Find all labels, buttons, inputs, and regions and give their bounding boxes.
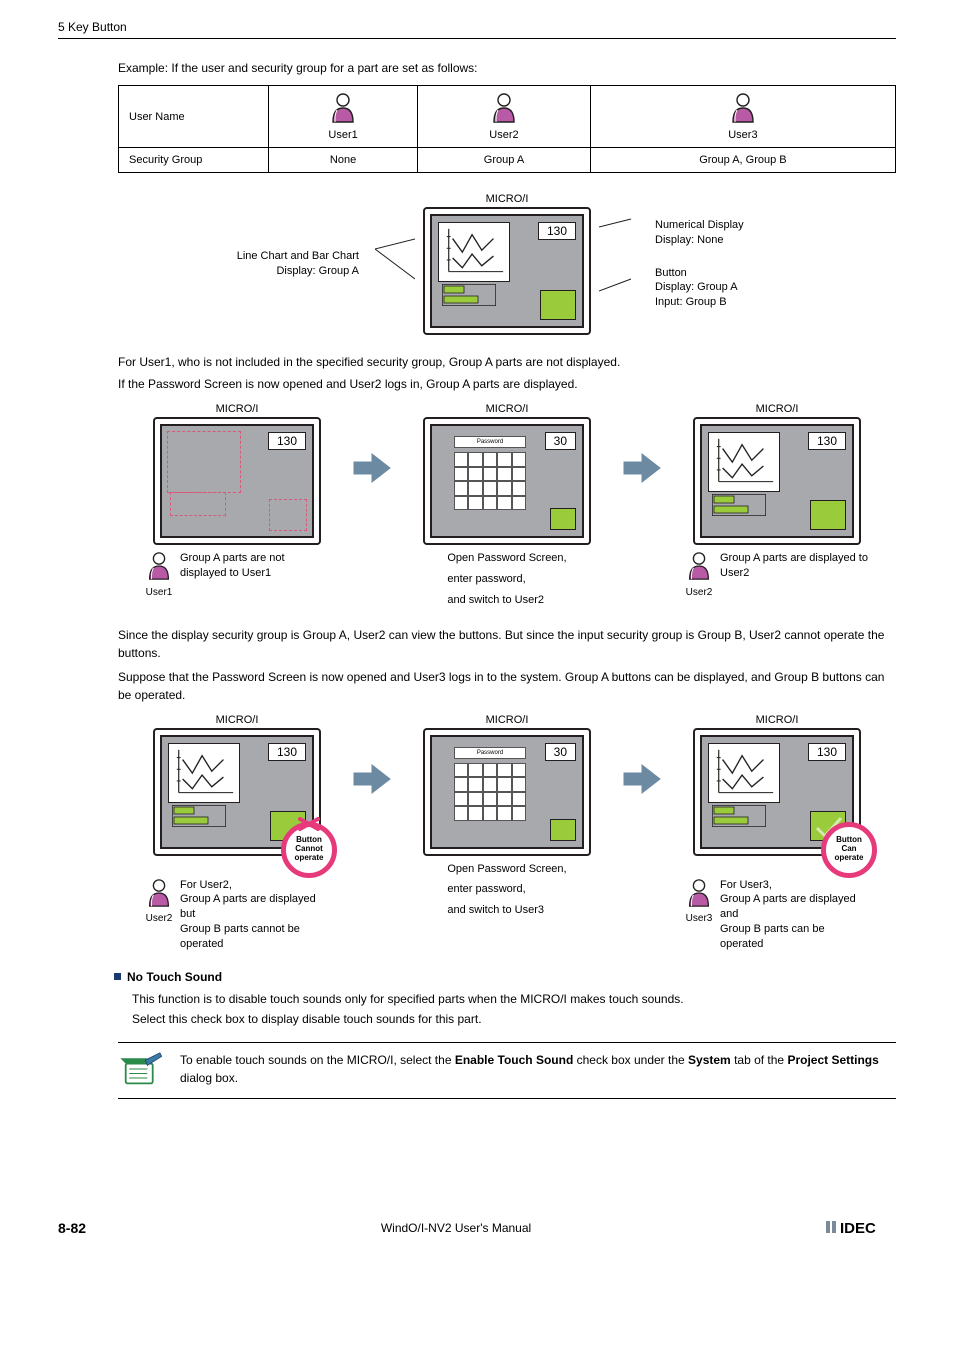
line-chart-icon	[168, 743, 240, 803]
user-icon	[488, 92, 520, 127]
page-number: 8-82	[58, 1220, 86, 1236]
bullet-icon	[114, 973, 121, 980]
example-intro: Example: If the user and security group …	[118, 61, 896, 75]
arrow-icon	[352, 761, 392, 797]
body-para-1b: If the Password Screen is now opened and…	[118, 375, 896, 393]
micro-frame: 130 Button Cannot operate	[153, 728, 321, 856]
note-icon	[118, 1051, 164, 1090]
button-part	[550, 819, 576, 841]
arrow-icon	[622, 450, 662, 486]
body-para-1a: For User1, who is not included in the sp…	[118, 353, 896, 371]
svg-text:IDEC: IDEC	[840, 1220, 876, 1235]
micro-frame: 30 Password	[423, 417, 591, 545]
note-text: To enable touch sounds on the MICRO/I, s…	[180, 1051, 896, 1087]
password-bar: Password	[454, 436, 526, 448]
user-name-2: User2	[489, 129, 518, 141]
right-annotation: Numerical Display Display: None Button D…	[655, 218, 795, 310]
user-icon	[327, 92, 359, 127]
keypad-icon	[454, 763, 526, 821]
micro-label: MICRO/I	[486, 193, 529, 205]
header-title: 5 Key Button	[58, 20, 127, 34]
numerical-display: 130	[538, 222, 576, 240]
user-name-1: User1	[328, 129, 357, 141]
note-block: To enable touch sounds on the MICRO/I, s…	[118, 1042, 896, 1099]
bar-chart-icon	[712, 494, 766, 516]
notouch-para-1: This function is to disable touch sounds…	[132, 990, 896, 1008]
button-part	[550, 508, 576, 530]
line-chart-icon	[438, 222, 510, 282]
group-3: Group A, Group B	[590, 148, 895, 173]
row-label-user: User Name	[119, 86, 269, 148]
micro-frame: 130	[693, 417, 861, 545]
user-name-3: User3	[728, 129, 757, 141]
micro-frame: 130	[423, 207, 591, 335]
cannot-operate-badge: Button Cannot operate	[281, 822, 337, 878]
keypad-icon	[454, 452, 526, 510]
button-part	[540, 290, 576, 320]
user-icon	[144, 878, 174, 913]
notouch-para-2: Select this check box to display disable…	[132, 1010, 896, 1028]
body-para-2a: Since the display security group is Grou…	[118, 626, 896, 662]
no-touch-heading: No Touch Sound	[114, 970, 896, 984]
scenario-row-1: MICRO/I 130 User1 Group A parts are not …	[118, 403, 896, 608]
line-chart-icon	[708, 432, 780, 492]
user-icon	[144, 551, 174, 586]
user-security-table: User Name User1 User2 User3	[118, 85, 896, 173]
scenario-row-2: MICRO/I 130 Button Cannot operate User2	[118, 714, 896, 952]
row-label-group: Security Group	[119, 148, 269, 173]
annotation-line-icon	[375, 229, 415, 299]
bar-chart-icon	[712, 805, 766, 827]
bar-chart-icon	[172, 805, 226, 827]
arrow-icon	[352, 450, 392, 486]
user-icon	[684, 878, 714, 913]
brand-logo: IDEC	[826, 1219, 896, 1238]
can-operate-badge: Button Can operate	[821, 822, 877, 878]
group-2: Group A	[418, 148, 591, 173]
manual-title: WindO/I-NV2 User's Manual	[381, 1221, 531, 1235]
micro-frame: 130 Button Can operate	[693, 728, 861, 856]
security-diagram: Line Chart and Bar Chart Display: Group …	[118, 193, 896, 335]
bar-chart-icon	[442, 284, 496, 306]
button-part	[810, 500, 846, 530]
arrow-icon	[622, 761, 662, 797]
micro-frame: 130	[153, 417, 321, 545]
micro-frame: 30 Password	[423, 728, 591, 856]
password-bar: Password	[454, 747, 526, 759]
left-annotation: Line Chart and Bar Chart Display: Group …	[219, 249, 359, 279]
annotation-line-icon	[599, 209, 639, 319]
page-header: 5 Key Button	[58, 20, 896, 39]
body-para-2b: Suppose that the Password Screen is now …	[118, 668, 896, 704]
user-icon	[727, 92, 759, 127]
group-1: None	[269, 148, 418, 173]
user-icon	[684, 551, 714, 586]
line-chart-icon	[708, 743, 780, 803]
page-footer: 8-82 WindO/I-NV2 User's Manual IDEC	[58, 1219, 896, 1238]
